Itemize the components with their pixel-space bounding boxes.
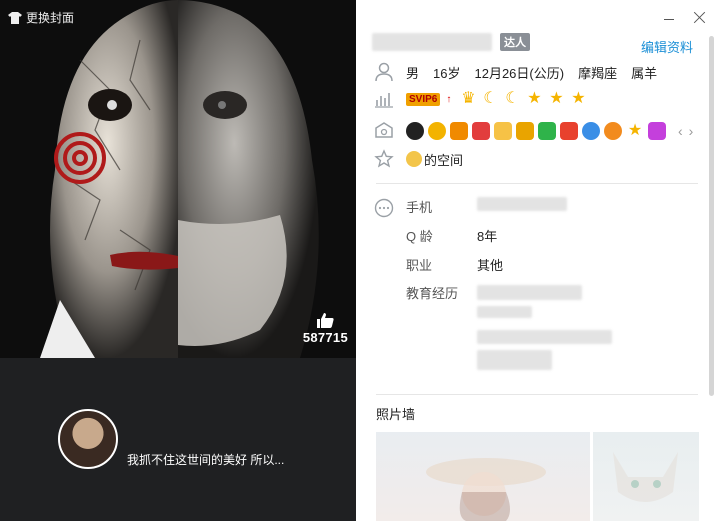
prev-arrow-icon[interactable]: ‹	[678, 123, 683, 139]
close-icon[interactable]	[692, 10, 706, 24]
svip-up-arrow-icon: ↑	[446, 93, 452, 105]
job-value: 其他	[477, 258, 504, 273]
person-icon	[375, 62, 393, 82]
daren-badge[interactable]: 达人	[500, 33, 530, 51]
education-redacted-2	[477, 306, 532, 318]
cover-image[interactable]: 更换封面 587715	[0, 0, 356, 358]
photo-wall-image[interactable]	[593, 432, 699, 521]
signature-text[interactable]: 我抓不住这世间的美好 所以...	[127, 451, 284, 468]
user-strip: 我抓不住这世间的美好 所以...	[0, 358, 356, 521]
qzone-label: 的空间	[424, 152, 464, 168]
medal-row: ★ ‹ ›	[374, 121, 693, 141]
age-value: 16岁	[433, 65, 461, 81]
window-controls	[662, 10, 706, 24]
cover-artwork	[0, 0, 356, 358]
name-row: 达人	[372, 33, 530, 51]
photo-woman-hat	[426, 458, 546, 521]
photo-cat	[613, 452, 678, 502]
divider	[376, 183, 698, 184]
daren-badge-label: 达人	[504, 37, 526, 49]
thumbs-up-icon	[317, 313, 335, 328]
zodiac-value: 属羊	[631, 65, 658, 81]
space-row: 的空间	[374, 149, 463, 169]
basic-info-row: 男 16岁 12月26日(公历) 摩羯座 属羊	[374, 62, 657, 82]
like-button[interactable]: 587715	[303, 312, 348, 345]
vip-game-icon[interactable]	[494, 122, 512, 140]
profile-panel: 达人 编辑资料 男 16岁 12月26日(公历) 摩羯座 属羊 SVIP6 ↑ …	[356, 0, 716, 521]
star-icon[interactable]: ★	[525, 90, 543, 108]
diamond-yellow-icon[interactable]	[450, 122, 468, 140]
moon-icon[interactable]: ☾	[481, 90, 499, 108]
edit-profile-link[interactable]: 编辑资料	[641, 37, 693, 56]
education-redacted-4	[477, 350, 552, 370]
photo-wall-image[interactable]	[376, 432, 590, 521]
change-cover-button[interactable]: 更换封面	[8, 9, 74, 26]
education-redacted-3	[477, 330, 612, 344]
star-icon[interactable]: ★	[569, 90, 587, 108]
scrollbar[interactable]	[709, 36, 714, 396]
birthday-value: 12月26日(公历)	[474, 65, 565, 81]
nickname-redacted	[372, 33, 492, 51]
medal-icon	[375, 122, 393, 138]
svip-label: SVIP6	[409, 93, 438, 105]
education-label: 教育经历	[406, 286, 459, 301]
cover-panel: 更换封面 587715 我抓不住这世间的美好 所以...	[0, 0, 356, 521]
next-arrow-icon[interactable]: ›	[689, 123, 694, 139]
tshirt-icon	[8, 11, 22, 24]
moon-icon[interactable]: ☾	[503, 90, 521, 108]
qq-show-icon[interactable]	[428, 122, 446, 140]
like-count: 587715	[302, 330, 348, 345]
constellation-value: 摩羯座	[578, 65, 618, 81]
diamond-green-icon[interactable]	[538, 122, 556, 140]
gender-value: 男	[406, 65, 420, 81]
level-chart-icon	[375, 93, 393, 108]
level-row: SVIP6 ↑ ♛ ☾ ☾ ★ ★ ★	[374, 89, 587, 109]
qzone-link[interactable]: 的空间	[406, 150, 463, 169]
qage-value: 8年	[477, 229, 498, 244]
phone-redacted	[477, 197, 567, 211]
star-badge-icon[interactable]: ★	[626, 122, 644, 140]
cloud-icon[interactable]	[582, 122, 600, 140]
education-redacted-1	[477, 285, 582, 300]
diamond-red-icon[interactable]	[472, 122, 490, 140]
qzone-icon	[406, 151, 422, 167]
divider	[376, 394, 698, 395]
svip-badge[interactable]: SVIP6	[406, 92, 441, 106]
star-icon[interactable]: ★	[547, 90, 565, 108]
photo-wall-title: 照片墙	[376, 407, 416, 422]
avatar[interactable]	[58, 409, 118, 469]
job-label: 职业	[406, 258, 433, 273]
music-icon[interactable]	[604, 122, 622, 140]
change-cover-label: 更换封面	[26, 11, 75, 25]
qq-penguin-icon[interactable]	[406, 122, 424, 140]
minimize-icon[interactable]	[662, 10, 676, 24]
crown-icon[interactable]: ♛	[459, 90, 477, 108]
star-outline-icon	[374, 149, 394, 168]
diamond-orange-icon[interactable]	[560, 122, 578, 140]
qage-label: Q 龄	[406, 229, 433, 244]
book-icon[interactable]	[516, 122, 534, 140]
more-circle-icon	[374, 198, 394, 218]
phone-label: 手机	[406, 200, 433, 215]
app-icon[interactable]	[648, 122, 666, 140]
